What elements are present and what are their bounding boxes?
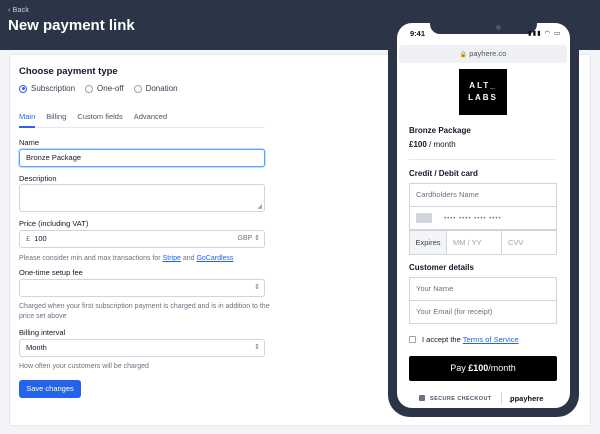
save-button[interactable]: Save changes [19,380,81,398]
radio-selected-icon [19,84,27,93]
brand-label: payhere [514,394,544,403]
customer-section-title: Customer details [409,263,474,272]
pay-button[interactable]: Pay £100/month [409,356,557,381]
gocardless-link[interactable]: GoCardless [196,255,233,262]
secure-label: SECURE CHECKOUT [430,396,492,402]
secure-checkout-badge: SECURE CHECKOUT [419,395,492,402]
pay-prefix: Pay [450,363,469,373]
lock-icon [419,395,425,401]
payment-link-form: Choose payment type Subscription One-off… [19,66,270,398]
stripe-link[interactable]: Stripe [163,255,181,262]
description-field[interactable]: ◢ [19,184,265,212]
stepper-icon: ⇕ [254,235,260,242]
setup-fee-help: Charged when your first subscription pay… [19,303,270,320]
radio-label: Subscription [31,84,76,93]
customer-name-field[interactable]: Your Name [409,277,557,301]
radio-unselected-icon [133,84,142,93]
price-value: 100 [34,234,47,243]
cvv-field[interactable]: CVV [502,231,556,254]
status-icons: ▮▮▮ ◠ ▭ [528,30,562,37]
price-help-text: Please consider min and max transactions… [19,255,161,262]
footer-separator [501,392,502,404]
status-time: 9:41 [410,29,426,38]
pay-amount: £100 [468,363,489,373]
back-link[interactable]: ‹ Back [8,7,29,14]
price-period: / month [426,140,456,149]
payhere-brand: ᵱpayhere [510,394,543,403]
name-field[interactable]: Bronze Package [19,149,265,167]
lock-icon: 🔒 [459,52,468,58]
radio-label: Donation [145,84,178,93]
radio-donation[interactable]: Donation [133,84,178,93]
payment-type-title: Choose payment type [19,66,118,77]
terms-checkbox[interactable] [409,336,416,343]
resize-handle-icon[interactable]: ◢ [257,204,262,210]
card-number-placeholder: •••• •••• •••• •••• [444,216,502,222]
billing-interval-select[interactable]: Month ⇕ [19,339,265,357]
tab-main[interactable]: Main [19,110,36,128]
price-field[interactable]: £100 GBP ⇕ [19,230,265,248]
card-section-title: Credit / Debit card [409,169,478,178]
url-bar[interactable]: 🔒 payhere.co [399,45,567,63]
price-help-and: and [182,255,195,262]
select-arrows-icon: ⇕ [254,344,260,351]
expiry-row: Expires MM / YY CVV [409,230,557,255]
billing-interval-help: How often your customers will be charged [19,363,149,370]
billing-interval-label: Billing interval [19,328,66,337]
credit-card-icon [416,213,432,224]
stepper-icon[interactable]: ⇕ [254,280,260,296]
card-number-field[interactable]: •••• •••• •••• •••• [409,206,557,230]
description-label: Description [19,174,57,183]
billing-interval-value: Month [26,343,47,352]
radio-subscription[interactable]: Subscription [19,84,75,93]
terms-text: I accept the Terms of Service [422,335,519,344]
merchant-logo: ALT_ LABS [459,69,507,115]
phone-notch [430,18,537,34]
logo-line: LABS [468,93,498,102]
product-name: Bronze Package [409,126,471,135]
price-label: Price (including VAT) [19,219,89,228]
camera-icon [496,25,501,30]
radio-unselected-icon [85,84,94,93]
logo-line: ALT_ [469,81,497,90]
currency-code: GBP [237,235,253,242]
currency-symbol: £ [26,234,31,243]
cardholder-name-field[interactable]: Cardholders Name [409,183,557,207]
form-tabs: Main Billing Custom fields Advanced [19,110,265,128]
customer-email-field[interactable]: Your Email (for receipt) [409,300,557,324]
price-amount: £100 [409,140,427,149]
terms-link[interactable]: Terms of Service [463,335,519,344]
setup-fee-label: One-time setup fee [19,268,83,277]
radio-one-off[interactable]: One-off [85,84,124,93]
name-label: Name [19,138,40,147]
tab-advanced[interactable]: Advanced [134,110,167,128]
price-help: Please consider min and max transactions… [19,254,271,264]
expiry-field[interactable]: MM / YY [447,231,502,254]
payment-type-radios: Subscription One-off Donation [19,84,178,93]
radio-label: One-off [97,84,124,93]
pay-suffix: /month [488,363,516,373]
expires-label: Expires [410,231,447,254]
tab-custom-fields[interactable]: Custom fields [77,110,122,128]
page-title: New payment link [8,17,135,34]
url-text: payhere.co [469,49,507,58]
tab-billing[interactable]: Billing [46,110,66,128]
terms-prefix: I accept the [422,335,461,344]
divider [409,159,556,160]
currency-select[interactable]: GBP ⇕ [238,231,260,247]
setup-fee-field[interactable]: ⇕ [19,279,265,297]
product-price: £100 / month [409,140,456,149]
